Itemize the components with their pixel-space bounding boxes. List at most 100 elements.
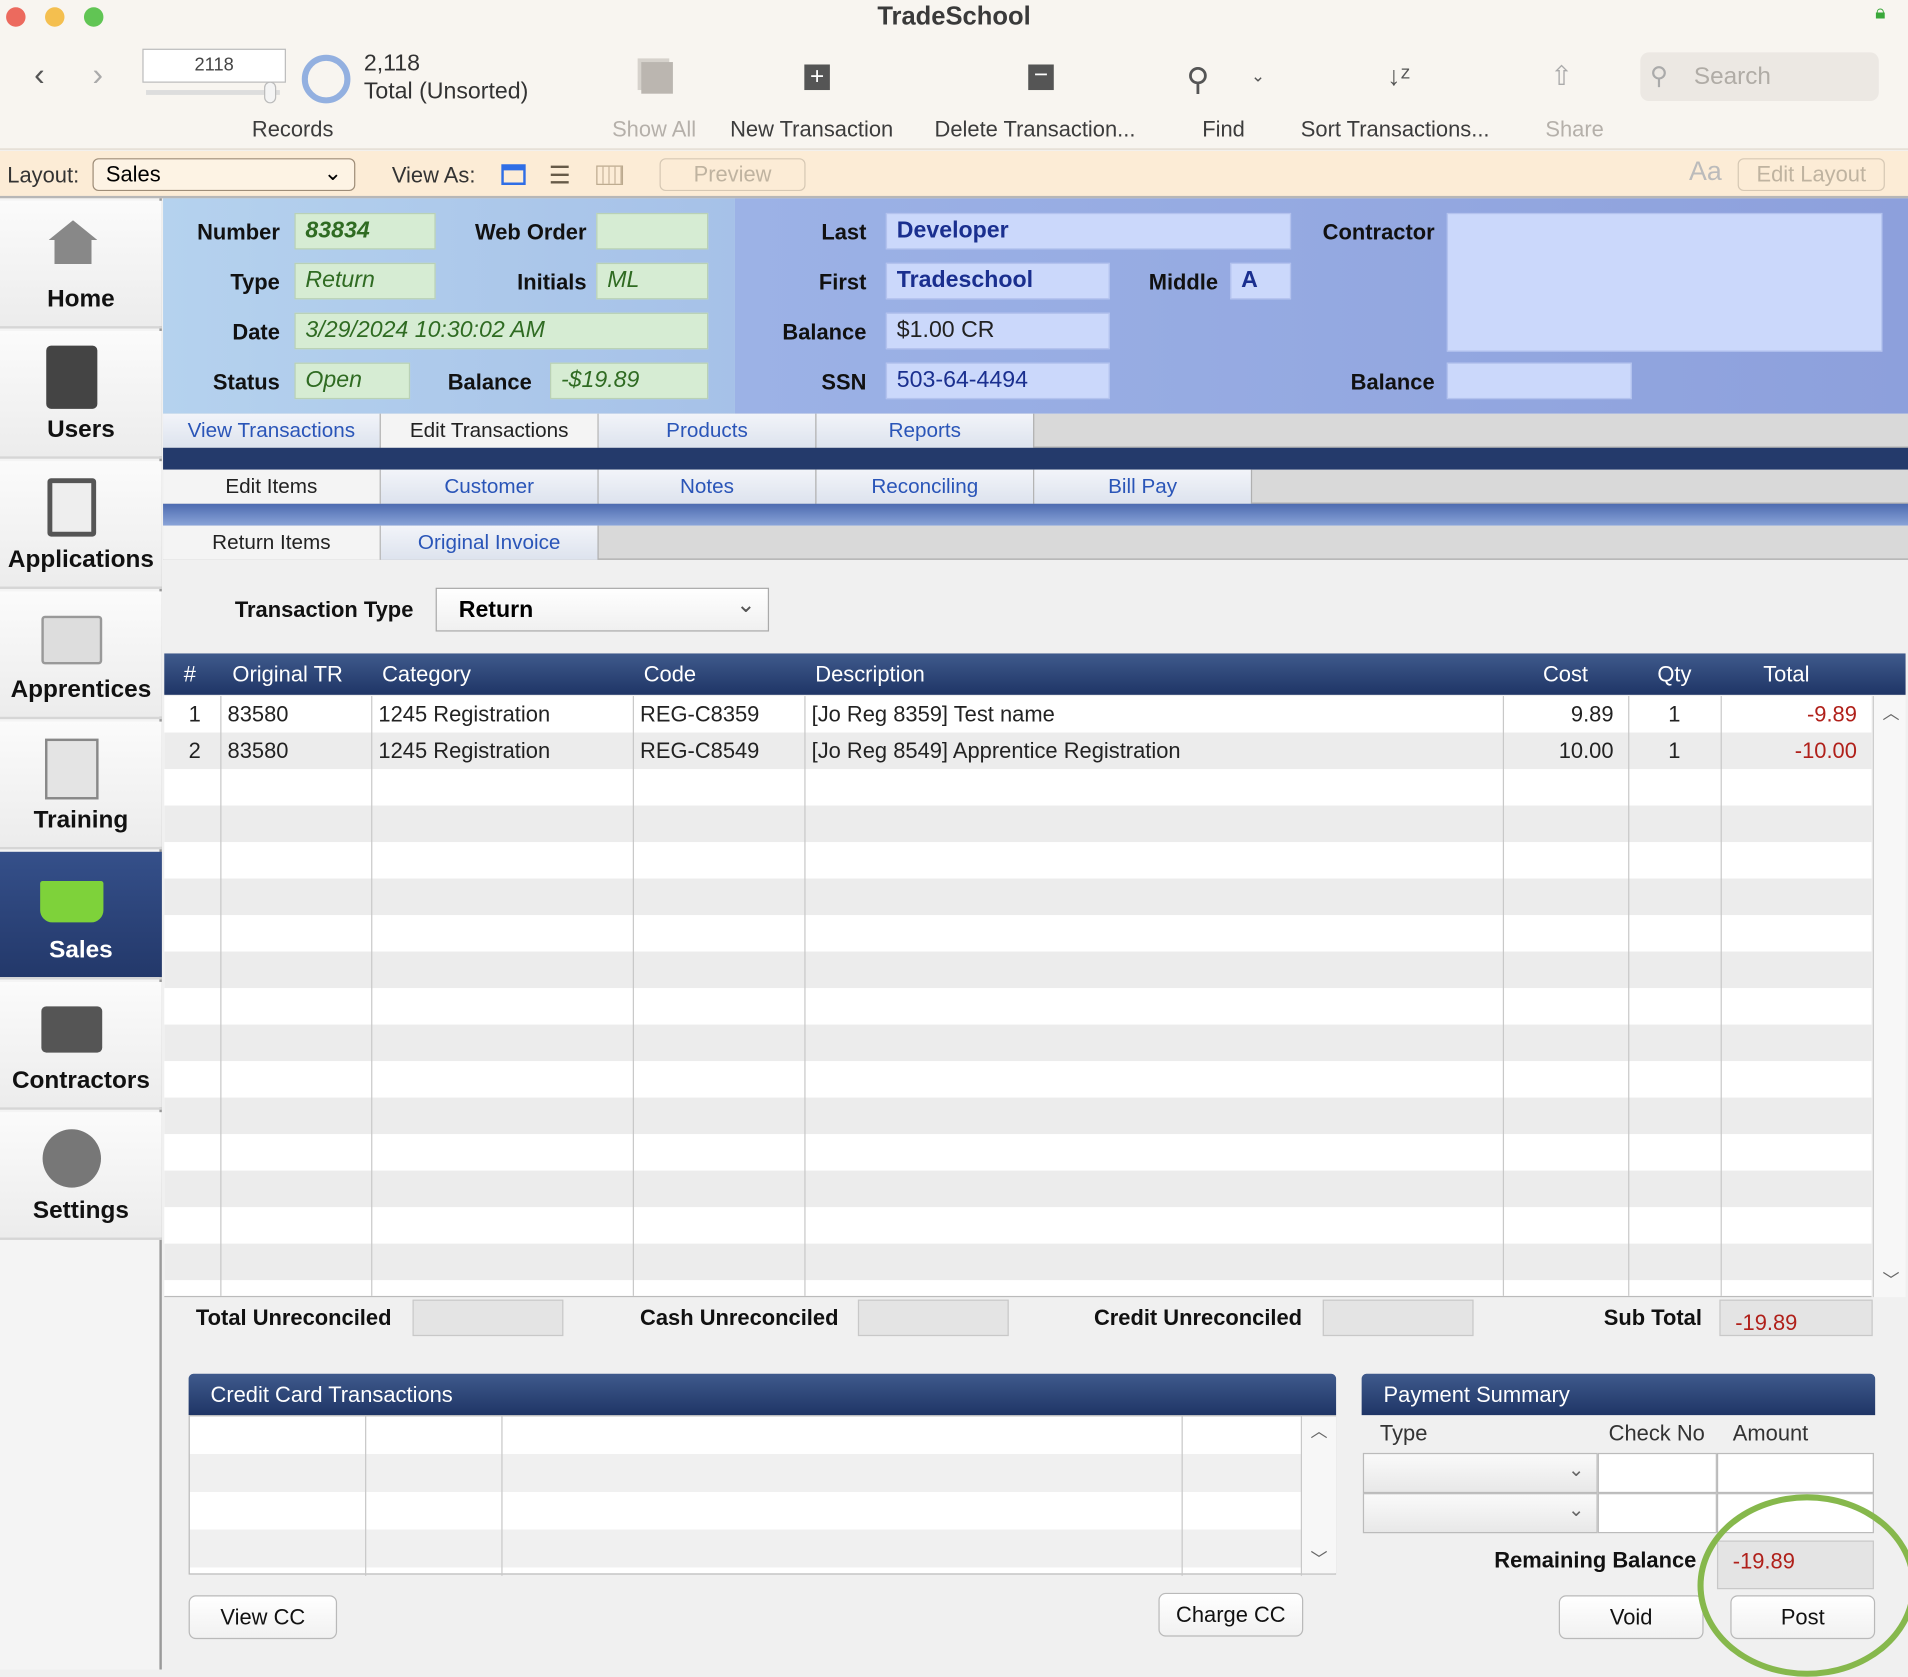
table-row[interactable]	[164, 988, 1871, 1025]
scroll-up-icon[interactable]: ︿	[1882, 701, 1899, 725]
web-order-label: Web Order	[474, 220, 587, 245]
new-transaction-button[interactable]: New Transaction	[730, 117, 893, 143]
last-name-field[interactable]: Developer	[885, 212, 1292, 250]
record-number-field[interactable]: 2118	[142, 48, 286, 83]
tab-return-items[interactable]: Return Items	[163, 525, 381, 560]
record-slider-handle[interactable]	[264, 81, 277, 104]
tab-reports[interactable]: Reports	[816, 413, 1035, 448]
status-field[interactable]: Open	[294, 362, 411, 400]
table-row[interactable]: 2 83580 1245 Registration REG-C8549 [Jo Reg …	[164, 732, 1872, 770]
table-row[interactable]	[164, 842, 1871, 879]
tab-customer[interactable]: Customer	[380, 469, 599, 504]
tab-reconciling[interactable]: Reconciling	[816, 469, 1035, 504]
tab-products[interactable]: Products	[598, 413, 817, 448]
find-button[interactable]: Find	[1202, 117, 1245, 143]
charge-cc-button[interactable]: Charge CC	[1158, 1592, 1304, 1637]
preview-button[interactable]: Preview	[659, 158, 806, 192]
find-dropdown-chevron-icon[interactable]: ⌄	[1251, 66, 1265, 87]
sidebar-item-contractors[interactable]: Contractors	[0, 981, 162, 1110]
layout-select[interactable]: Sales ⌄	[92, 158, 356, 192]
check-no-field[interactable]	[1597, 1493, 1717, 1534]
form-view-icon[interactable]	[501, 164, 526, 185]
sidebar-item-apprentices[interactable]: Apprentices	[0, 591, 162, 720]
sidebar-item-sales[interactable]: Sales	[0, 851, 162, 980]
payment-type-select[interactable]: ⌄	[1362, 1493, 1598, 1534]
table-row[interactable]	[164, 878, 1872, 916]
contractor-field[interactable]	[1446, 212, 1883, 352]
table-row[interactable]	[164, 1097, 1872, 1135]
show-all-icon[interactable]	[641, 62, 673, 94]
transaction-type-select[interactable]: Return ⌄	[435, 587, 770, 632]
credit-card-scrollbar[interactable]: ︿ ﹀	[1302, 1416, 1337, 1574]
cash-unreconciled-field	[857, 1299, 1009, 1337]
table-row[interactable]	[164, 1061, 1871, 1098]
payment-type-select[interactable]: ⌄	[1362, 1452, 1598, 1494]
table-row[interactable]: 1 83580 1245 Registration REG-C8359 [Jo Reg …	[164, 696, 1871, 733]
table-row[interactable]	[164, 1243, 1872, 1281]
table-row[interactable]	[164, 915, 1871, 952]
search-placeholder: Search	[1693, 63, 1771, 91]
previous-record-button[interactable]: ‹	[34, 56, 45, 94]
sidebar-item-training[interactable]: Training	[0, 721, 162, 850]
web-order-field[interactable]	[596, 212, 709, 250]
items-scrollbar[interactable]: ︿ ﹀	[1872, 696, 1906, 1298]
table-row[interactable]	[164, 951, 1872, 989]
text-size-icon[interactable]: Aa	[1689, 156, 1722, 188]
scroll-up-icon[interactable]: ︿	[1311, 1419, 1328, 1443]
table-row[interactable]	[164, 1134, 1871, 1171]
address-book-icon	[46, 345, 98, 409]
table-row[interactable]	[164, 1024, 1872, 1062]
share-button[interactable]: Share	[1545, 117, 1603, 143]
tab-edit-transactions[interactable]: Edit Transactions	[380, 413, 599, 448]
magnifier-icon[interactable]: ⚲	[1186, 61, 1209, 99]
show-all-button[interactable]: Show All	[612, 117, 696, 143]
tab-notes[interactable]: Notes	[598, 469, 817, 504]
sidebar-item-settings[interactable]: Settings	[0, 1112, 162, 1240]
tab-edit-items[interactable]: Edit Items	[163, 469, 381, 504]
view-cc-button[interactable]: View CC	[188, 1595, 338, 1640]
tab-bill-pay[interactable]: Bill Pay	[1034, 469, 1253, 504]
next-record-button[interactable]: ›	[92, 56, 103, 94]
check-no-field[interactable]	[1597, 1452, 1717, 1494]
table-row[interactable]	[164, 1170, 1872, 1208]
ssn-field[interactable]: 503-64-4494	[885, 362, 1110, 400]
tab-original-invoice[interactable]: Original Invoice	[380, 525, 599, 560]
sidebar-item-applications[interactable]: Applications	[0, 461, 162, 589]
credit-unreconciled-field	[1322, 1299, 1474, 1337]
void-button[interactable]: Void	[1558, 1595, 1704, 1640]
cell-n: 2	[188, 738, 201, 763]
sort-transactions-button[interactable]: Sort Transactions...	[1301, 117, 1490, 143]
sidebar-label: Sales	[49, 936, 113, 964]
table-row[interactable]	[164, 1280, 1871, 1296]
table-view-icon[interactable]	[596, 165, 624, 185]
cell-category: 1245 Registration	[378, 702, 551, 727]
scroll-down-icon[interactable]: ﹀	[1311, 1547, 1328, 1571]
table-row[interactable]	[164, 1207, 1871, 1244]
sort-az-icon[interactable]: ↓ᶻ	[1387, 61, 1410, 93]
payment-summary-title: Payment Summary	[1361, 1373, 1876, 1416]
cell-orig: 83580	[227, 702, 289, 727]
initials-field[interactable]: ML	[596, 262, 709, 300]
sidebar-item-home[interactable]: Home	[0, 200, 162, 329]
record-slider[interactable]	[146, 90, 280, 95]
date-field[interactable]: 3/29/2024 10:30:02 AM	[294, 312, 709, 350]
column-header: Code	[643, 661, 697, 687]
search-field[interactable]: ⚲ Search	[1640, 52, 1879, 101]
scroll-down-icon[interactable]: ﹀	[1882, 1268, 1899, 1292]
delete-transaction-button[interactable]: Delete Transaction...	[935, 117, 1136, 143]
number-field[interactable]: 83834	[294, 212, 436, 250]
share-icon[interactable]: ⇧	[1550, 61, 1572, 93]
list-view-icon[interactable]: ☰	[549, 161, 571, 191]
type-field[interactable]: Return	[294, 262, 436, 300]
middle-name-field[interactable]: A	[1230, 262, 1292, 300]
table-row[interactable]	[164, 769, 1871, 806]
first-name-field[interactable]: Tradeschool	[885, 262, 1110, 300]
edit-layout-button[interactable]: Edit Layout	[1737, 158, 1885, 192]
sidebar-item-users[interactable]: Users	[0, 330, 162, 459]
table-row[interactable]	[164, 805, 1872, 843]
plus-icon[interactable]: +	[804, 64, 830, 91]
date-label: Date	[232, 320, 280, 345]
tab-view-transactions[interactable]: View Transactions	[163, 413, 381, 448]
minus-icon[interactable]: −	[1028, 63, 1054, 91]
amount-field[interactable]	[1716, 1452, 1874, 1494]
